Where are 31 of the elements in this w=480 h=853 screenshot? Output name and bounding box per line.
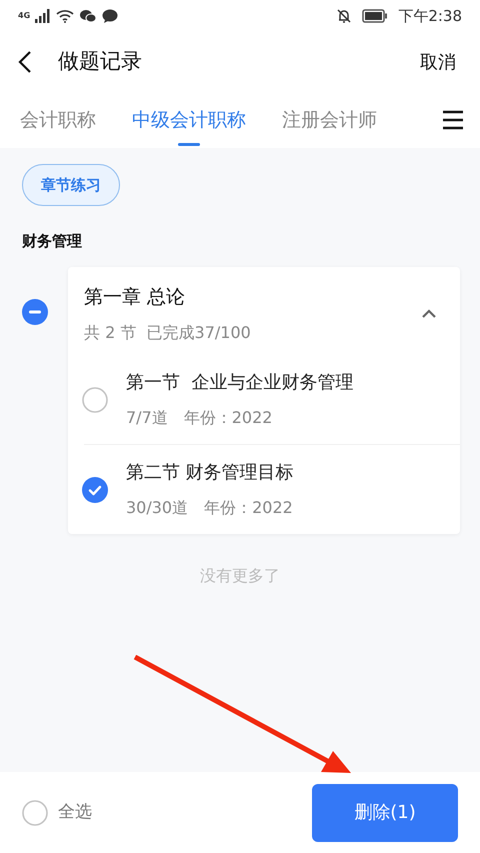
category-tab[interactable]: 注册会计师 — [280, 92, 379, 148]
chevron-up-icon[interactable] — [422, 309, 436, 318]
chapter-title[interactable]: 第一章 总论 — [84, 282, 422, 311]
page-title: 做题记录 — [58, 48, 143, 76]
category-tab[interactable]: 会计职称 — [18, 92, 98, 148]
back-icon[interactable] — [18, 50, 32, 74]
year-label: 年份：2022 — [184, 407, 272, 429]
chapter-summary: 共 2 节 已完成37/100 — [84, 322, 252, 344]
select-all-checkbox[interactable]: 全选 — [22, 800, 312, 826]
chat-icon — [79, 9, 98, 23]
network-label: 4G — [18, 10, 30, 22]
question-count: 7/7道 — [126, 407, 168, 429]
menu-icon[interactable] — [442, 109, 464, 131]
filter-chip[interactable]: 章节练习 — [22, 164, 120, 206]
clock-time: 下午2:38 — [398, 6, 462, 27]
section-title[interactable]: 第二节 财务管理目标 — [126, 459, 294, 486]
cancel-button[interactable]: 取消 — [420, 48, 456, 76]
category-tab[interactable]: 中级会计职称 — [130, 92, 248, 148]
signal-icon — [35, 9, 52, 23]
bell-off-icon — [336, 8, 352, 24]
message-icon — [102, 9, 118, 23]
battery-icon — [362, 9, 388, 23]
wifi-icon — [56, 9, 74, 23]
year-label: 年份：2022 — [204, 497, 293, 519]
checked-circle-icon[interactable] — [82, 476, 108, 502]
delete-button[interactable]: 删除(1) — [312, 784, 458, 842]
partial-circle-icon[interactable] — [22, 298, 48, 324]
question-count: 30/30道 — [126, 497, 188, 519]
subject-heading: 财务管理 — [22, 231, 83, 252]
end-of-list-note: 没有更多了 — [200, 565, 280, 587]
section-title[interactable]: 第一节 企业与企业财务管理 — [126, 369, 354, 396]
